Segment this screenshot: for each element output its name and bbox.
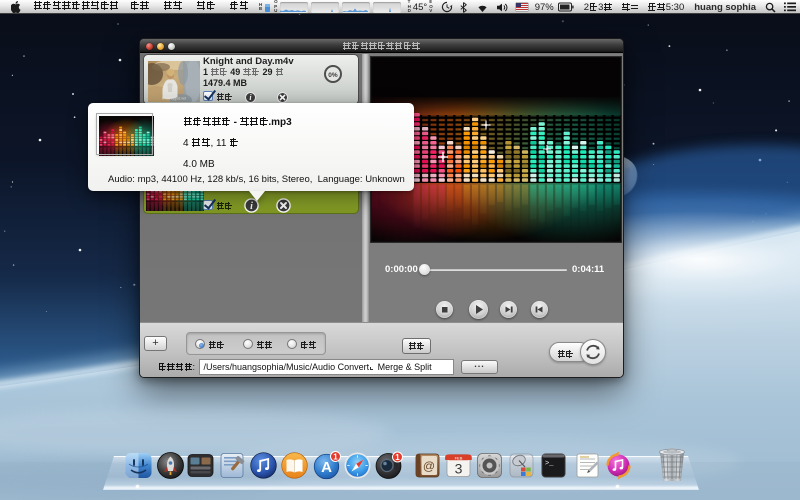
svg-text:3: 3	[454, 461, 462, 477]
svg-text:A: A	[321, 459, 332, 476]
svg-text:@: @	[422, 459, 434, 473]
svg-text:i: i	[250, 201, 253, 212]
svg-text:>_: >_	[545, 460, 554, 468]
svg-text:1: 1	[333, 453, 338, 462]
svg-text:1: 1	[395, 453, 400, 462]
svg-text:www.dygod.net: www.dygod.net	[162, 97, 186, 101]
